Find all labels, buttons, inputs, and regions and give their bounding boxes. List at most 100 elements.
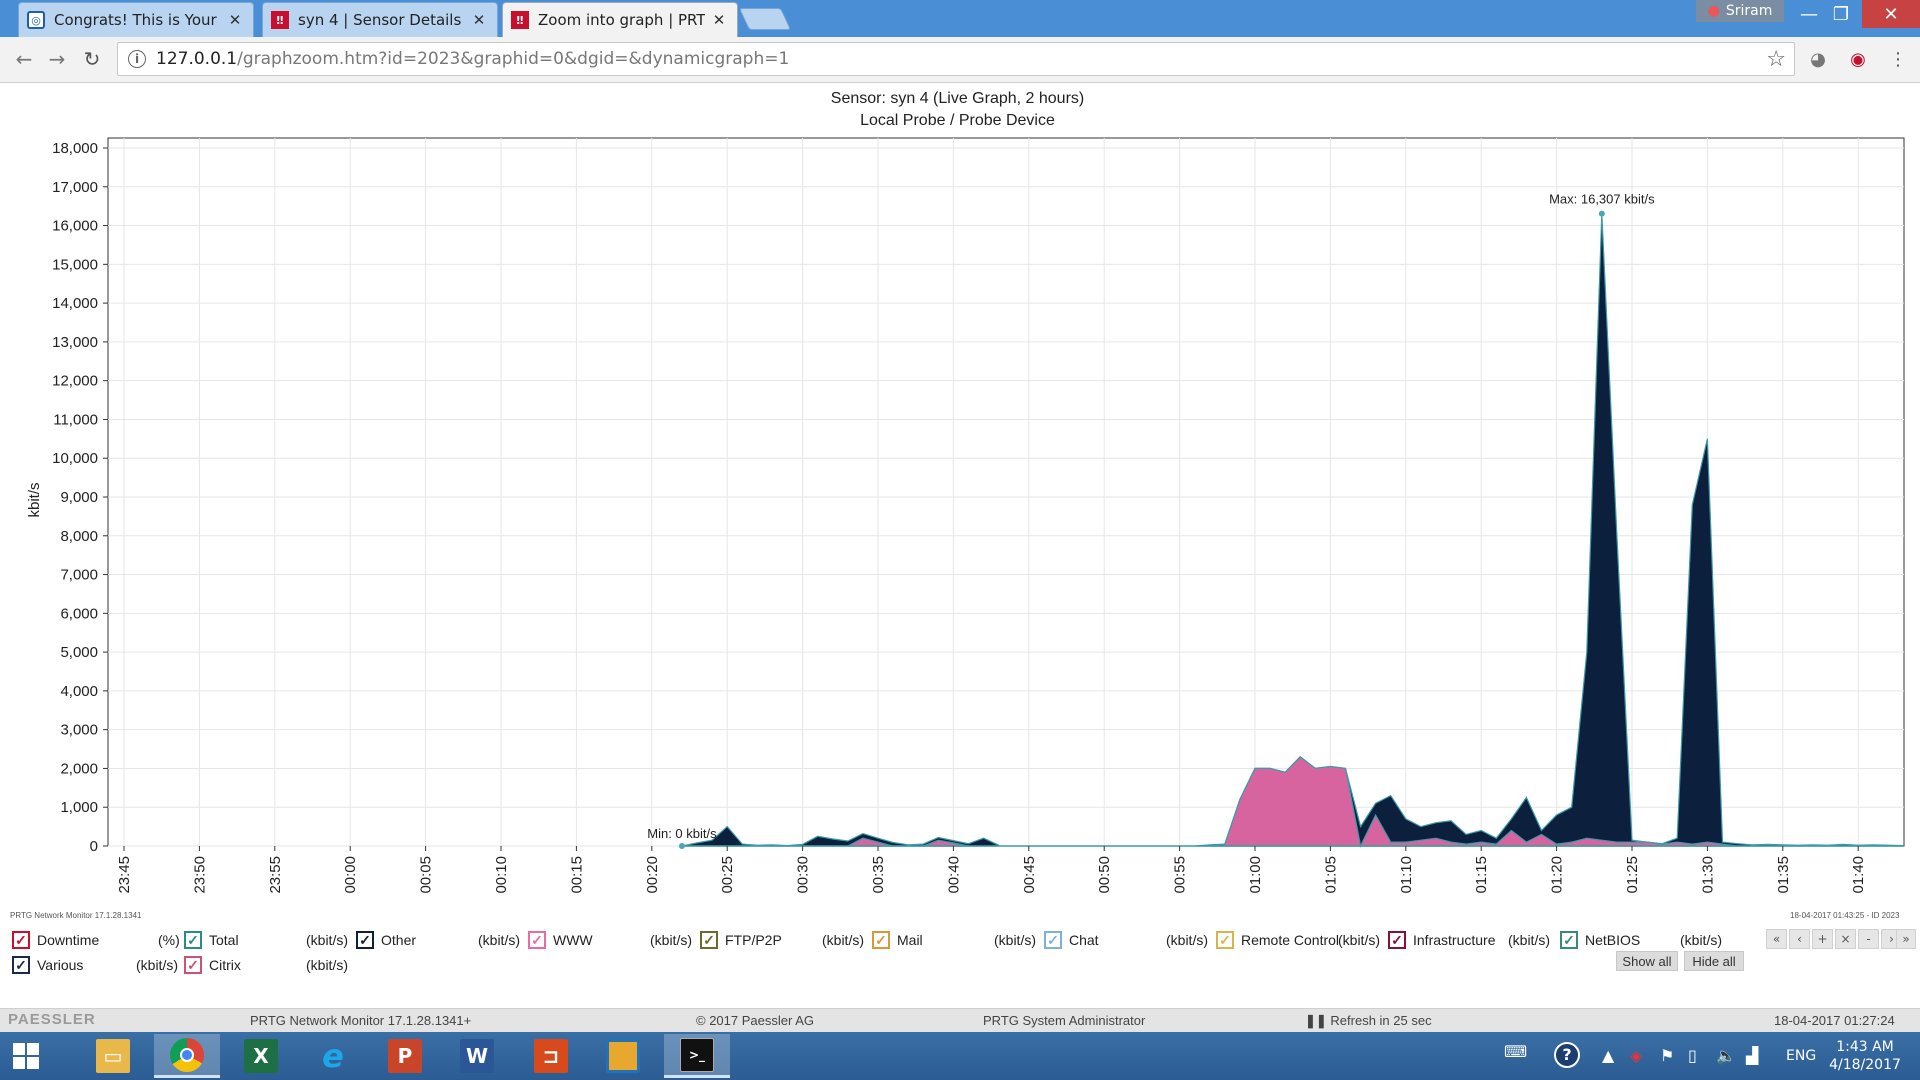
taskbar-internet-explorer[interactable]: e (300, 1034, 366, 1078)
footer-user[interactable]: PRTG System Administrator (983, 1013, 1145, 1028)
zoom-reset-button[interactable]: × (1835, 929, 1856, 949)
prtg-red-icon: ‼ (511, 11, 529, 29)
show-all-button[interactable]: Show all (1616, 951, 1678, 971)
tab-title: Congrats! This is Your Fre (54, 11, 221, 29)
legend-checkbox[interactable]: ✓ (356, 931, 374, 949)
close-icon[interactable]: ✕ (471, 11, 487, 29)
legend-item-mail[interactable]: ✓ Mail (872, 929, 923, 951)
taskbar-chrome[interactable] (154, 1034, 220, 1078)
legend-item-remote-control[interactable]: ✓ Remote Control (1216, 929, 1339, 951)
taskbar-powerpoint[interactable]: P (372, 1034, 438, 1078)
y-tick-label: 16,000 (52, 218, 98, 235)
y-tick-label: 14,000 (52, 295, 98, 312)
zoom-out-button[interactable]: - (1858, 929, 1879, 949)
address-bar[interactable]: i 127.0.0.1/graphzoom.htm?id=2023&graphi… (117, 42, 1795, 76)
legend-checkbox[interactable]: ✓ (1216, 931, 1234, 949)
legend-item-www[interactable]: ✓ WWW (528, 929, 593, 951)
y-axis: 0 1,000 2,000 3,000 4,000 5,000 6,000 7,000 8,00… (52, 140, 108, 855)
y-tick-label: 3,000 (60, 722, 98, 739)
x-tick-label: 00:25 (719, 856, 736, 894)
max-point-marker (1598, 210, 1605, 217)
legend-checkbox[interactable]: ✓ (12, 931, 30, 949)
version-note: PRTG Network Monitor 17.1.28.1341 (10, 911, 142, 920)
flag-icon[interactable]: ⚑ (1660, 1046, 1674, 1065)
taskbar-excel[interactable]: X (228, 1034, 294, 1078)
start-button[interactable] (0, 1034, 52, 1078)
legend-item-various[interactable]: ✓ Various (12, 954, 83, 976)
legend-item-downtime[interactable]: ✓ Downtime (12, 929, 99, 951)
legend-item-other[interactable]: ✓ Other (356, 929, 416, 951)
show-hidden-icons-icon[interactable]: ▲ (1602, 1046, 1614, 1065)
restore-button[interactable]: ❐ (1818, 0, 1864, 28)
tab-congrats[interactable]: ◎ Congrats! This is Your Fre ✕ (18, 2, 254, 37)
legend-item-infrastructure[interactable]: ✓ Infrastructure (1388, 929, 1495, 951)
legend-checkbox[interactable]: ✓ (184, 956, 202, 974)
forward-icon[interactable]: → (43, 45, 71, 73)
taskbar-word[interactable]: W (444, 1034, 510, 1078)
pager-prev-button[interactable]: ‹ (1789, 929, 1810, 949)
legend-checkbox[interactable]: ✓ (12, 956, 30, 974)
legend-checkbox[interactable]: ✓ (1388, 931, 1406, 949)
help-icon[interactable]: ? (1554, 1042, 1580, 1068)
url-path: /graphzoom.htm?id=2023&graphid=0&dgid=&d… (237, 49, 790, 69)
legend-checkbox[interactable]: ✓ (700, 931, 718, 949)
y-tick-label: 1,000 (60, 799, 98, 816)
legend-item-netbios[interactable]: ✓ NetBIOS (1560, 929, 1640, 951)
pager-last-button[interactable]: » (1896, 929, 1916, 949)
info-icon[interactable]: i (128, 50, 146, 68)
y-tick-label: 6,000 (60, 605, 98, 622)
legend-label: NetBIOS (1585, 932, 1641, 948)
keyboard-icon[interactable]: ⌨ (1504, 1042, 1527, 1061)
hide-all-button[interactable]: Hide all (1684, 951, 1744, 971)
refresh-status[interactable]: ❚❚ Refresh in 25 sec (1305, 1013, 1432, 1029)
taskbar-virtualbox[interactable] (590, 1034, 656, 1078)
legend-checkbox[interactable]: ✓ (872, 931, 890, 949)
tab-zoom-graph[interactable]: ‼ Zoom into graph | PRTG ✕ (502, 2, 738, 37)
user-icon: ● (1707, 3, 1720, 19)
legend-item-chat[interactable]: ✓ Chat (1044, 929, 1099, 951)
footer-datetime: 18-04-2017 01:27:24 (1774, 1013, 1895, 1028)
window-close-button[interactable]: ✕ (1862, 0, 1920, 28)
taskbar-office[interactable]: ⊐ (518, 1034, 584, 1078)
legend-item-total[interactable]: ✓ Total (184, 929, 239, 951)
legend-item-ftp-p2p[interactable]: ✓ FTP/P2P (700, 929, 782, 951)
tab-title: Zoom into graph | PRTG (538, 11, 705, 29)
x-axis: 23:45 23:50 23:55 00:00 00:05 00:10 00:15 00:20… (116, 846, 1867, 894)
network-icon[interactable]: ▟ (1746, 1046, 1758, 1065)
volume-icon[interactable]: 🔈 (1716, 1046, 1736, 1065)
profile-button[interactable]: ● Sriram (1696, 0, 1784, 22)
graph-title: Sensor: syn 4 (Live Graph, 2 hours) Loca… (0, 88, 1915, 132)
back-icon[interactable]: ← (10, 45, 38, 73)
legend-unit: (kbit/s) (306, 957, 348, 973)
taskbar-command-prompt[interactable]: >_ (664, 1034, 730, 1078)
zoom-in-button[interactable]: + (1812, 929, 1833, 949)
x-tick-label: 23:45 (116, 856, 133, 894)
language-indicator[interactable]: ENG (1786, 1048, 1816, 1064)
close-icon[interactable]: ✕ (711, 11, 727, 29)
url-host: 127.0.0.1 (156, 49, 238, 69)
pause-icon[interactable]: ❚❚ (1305, 1013, 1330, 1028)
x-tick-label: 00:10 (493, 856, 510, 894)
legend-checkbox[interactable]: ✓ (528, 931, 546, 949)
legend-checkbox[interactable]: ✓ (184, 931, 202, 949)
antivirus-icon[interactable]: ◈ (1630, 1046, 1642, 1065)
new-tab-button[interactable] (738, 8, 792, 30)
legend-item-citrix[interactable]: ✓ Citrix (184, 954, 241, 976)
battery-icon[interactable]: ▯ (1688, 1046, 1697, 1065)
taskbar-file-explorer[interactable]: ▭ (80, 1034, 146, 1078)
bookmark-star-icon[interactable]: ☆ (1766, 47, 1786, 72)
footer-copyright: © 2017 Paessler AG (696, 1013, 814, 1028)
legend-checkbox[interactable]: ✓ (1044, 931, 1062, 949)
menu-kebab-icon[interactable]: ⋮ (1886, 47, 1910, 71)
extension-badge-icon[interactable]: ◉ (1846, 47, 1870, 71)
system-clock[interactable]: 1:43 AM 4/18/2017 (1820, 1038, 1910, 1074)
windows-taskbar: ▭ X e P W ⊐ >_ ⌨ ? ▲ ◈ ⚑ ▯ 🔈 ▟ ENG 1:43 … (0, 1032, 1920, 1080)
extension-globe-icon[interactable]: ◕ (1806, 47, 1830, 71)
x-tick-label: 01:10 (1398, 856, 1415, 894)
tab-sensor-details[interactable]: ‼ syn 4 | Sensor Details | PR ✕ (262, 2, 498, 37)
reload-icon[interactable]: ↻ (78, 45, 106, 73)
pager-first-button[interactable]: « (1766, 929, 1787, 949)
close-icon[interactable]: ✕ (227, 11, 243, 29)
traffic-chart[interactable]: 0 1,000 2,000 3,000 4,000 5,000 6,000 7,000 8,00… (0, 130, 1920, 910)
legend-checkbox[interactable]: ✓ (1560, 931, 1578, 949)
